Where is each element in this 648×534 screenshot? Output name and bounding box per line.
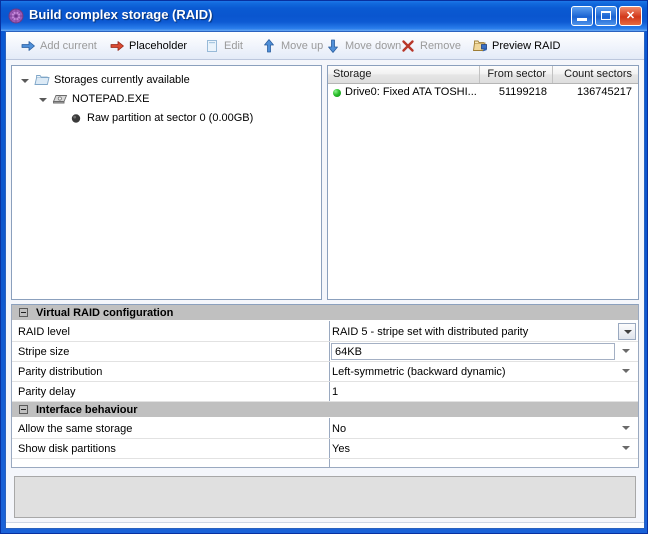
cancel-button[interactable]: Cancel (582, 527, 632, 528)
arrow-down-blue-icon (325, 38, 341, 54)
collapse-icon[interactable] (19, 405, 28, 414)
list-column-header-storage[interactable]: Storage (328, 66, 480, 83)
arrow-right-blue-icon (20, 38, 36, 54)
toolbar-preview-raid-label: Preview RAID (492, 40, 561, 52)
property-name-allow-same-storage: Allow the same storage (18, 423, 133, 435)
toolbar: Add current Placeholder Edit Move up Mov… (6, 32, 644, 60)
tree-node-storages-available[interactable]: Storages currently available (20, 72, 190, 88)
toolbar-move-down-button[interactable]: Move down (321, 35, 405, 57)
harddisk-icon (52, 92, 68, 106)
arrow-right-red-icon (109, 38, 125, 54)
folder-icon (34, 73, 50, 87)
storage-tree-panel[interactable]: Storages currently available NOTEPAD.EXE (11, 65, 322, 300)
property-value-parity-distribution[interactable]: Left-symmetric (backward dynamic) (332, 365, 506, 379)
property-value-parity-delay[interactable]: 1 (332, 385, 338, 399)
edit-note-icon (204, 38, 220, 54)
partition-dot-icon (70, 111, 83, 125)
toolbar-move-up-button[interactable]: Move up (257, 35, 327, 57)
collapse-icon[interactable] (19, 308, 28, 317)
chevron-down-icon[interactable] (20, 75, 31, 86)
minimize-icon (577, 18, 587, 21)
property-category-virtual-raid-configuration[interactable]: Virtual RAID configuration (12, 305, 638, 321)
toolbar-preview-raid-button[interactable]: Preview RAID (468, 35, 564, 57)
build-button[interactable]: Build (522, 527, 562, 528)
title-bar: Build complex storage (RAID) ✕ (1, 1, 647, 31)
dialog-button-bar: Build Cancel (6, 522, 644, 528)
tree-node-label: Storages currently available (54, 74, 190, 86)
toolbar-remove-label: Remove (420, 40, 461, 52)
preview-raid-icon (472, 38, 488, 54)
toolbar-move-up-label: Move up (281, 40, 324, 52)
status-online-icon (333, 89, 341, 97)
maximize-button[interactable] (595, 6, 617, 26)
raid-builder-window: Build complex storage (RAID) ✕ Add curre… (0, 0, 648, 534)
property-row-allow-same-storage[interactable]: Allow the same storage No (12, 419, 638, 439)
window-title: Build complex storage (RAID) (29, 7, 213, 22)
list-header: Storage From sector Count sectors (328, 66, 638, 84)
tree-line-stub-icon (56, 113, 67, 124)
property-row-stripe-size[interactable]: Stripe size 64KB (12, 342, 638, 362)
close-icon: ✕ (625, 10, 636, 22)
property-value-allow-same-storage[interactable]: No (332, 422, 346, 436)
arrow-up-blue-icon (261, 38, 277, 54)
property-category-label: Virtual RAID configuration (36, 307, 174, 319)
toolbar-add-current-button[interactable]: Add current (16, 35, 101, 57)
show-disk-partitions-dropdown-arrow-icon[interactable] (622, 446, 630, 450)
list-cell-storage-label: Drive0: Fixed ATA TOSHI... (345, 86, 477, 98)
property-row-parity-distribution[interactable]: Parity distribution Left-symmetric (back… (12, 362, 638, 382)
property-name-stripe-size: Stripe size (18, 346, 70, 358)
property-row-raid-level[interactable]: RAID level RAID 5 - stripe set with dist… (12, 322, 638, 342)
list-column-header-count-sectors[interactable]: Count sectors (553, 66, 638, 83)
property-grid[interactable]: Virtual RAID configuration RAID level RA… (11, 304, 639, 468)
property-value-raid-level[interactable]: RAID 5 - stripe set with distributed par… (332, 325, 528, 339)
property-name-parity-delay: Parity delay (18, 386, 76, 398)
allow-same-storage-dropdown-arrow-icon[interactable] (622, 426, 630, 430)
raid-app-icon (8, 8, 24, 24)
list-column-header-from-sector[interactable]: From sector (480, 66, 553, 83)
list-cell-count-sectors: 136745217 (576, 86, 632, 98)
raid-level-dropdown-button[interactable] (618, 323, 636, 340)
maximize-icon (601, 11, 611, 20)
stripe-size-input[interactable]: 64KB (331, 343, 615, 360)
parity-distribution-dropdown-arrow-icon[interactable] (622, 369, 630, 373)
toolbar-placeholder-button[interactable]: Placeholder (105, 35, 191, 57)
message-area (14, 476, 636, 518)
property-name-raid-level: RAID level (18, 326, 70, 338)
tree-node-label: Raw partition at sector 0 (0.00GB) (87, 112, 254, 124)
tree-node-label: NOTEPAD.EXE (72, 93, 150, 105)
list-cell-from-sector: 51199218 (498, 86, 547, 98)
property-category-label: Interface behaviour (36, 404, 138, 416)
client-area: Add current Placeholder Edit Move up Mov… (5, 31, 645, 529)
toolbar-add-current-label: Add current (40, 40, 97, 52)
stripe-size-dropdown-arrow-icon[interactable] (622, 349, 630, 353)
toolbar-edit-button[interactable]: Edit (200, 35, 247, 57)
table-row[interactable]: Drive0: Fixed ATA TOSHI... 51199218 1367… (328, 85, 638, 100)
close-button[interactable]: ✕ (619, 6, 642, 26)
chevron-down-icon[interactable] (38, 94, 49, 105)
tree-node-raw-partition[interactable]: Raw partition at sector 0 (0.00GB) (56, 110, 253, 126)
property-name-show-disk-partitions: Show disk partitions (18, 443, 116, 455)
property-row-parity-delay[interactable]: Parity delay 1 (12, 382, 638, 402)
toolbar-placeholder-label: Placeholder (129, 40, 188, 52)
toolbar-edit-label: Edit (224, 40, 243, 52)
list-cell-storage: Drive0: Fixed ATA TOSHI... (331, 85, 481, 100)
x-red-icon (400, 38, 416, 54)
property-name-parity-distribution: Parity distribution (18, 366, 103, 378)
minimize-button[interactable] (571, 6, 593, 26)
storage-list-panel[interactable]: Storage From sector Count sectors Drive0… (327, 65, 639, 300)
property-value-show-disk-partitions[interactable]: Yes (332, 442, 350, 456)
property-category-interface-behaviour[interactable]: Interface behaviour (12, 402, 638, 418)
stripe-size-value: 64KB (335, 346, 362, 358)
toolbar-remove-button[interactable]: Remove (396, 35, 465, 57)
property-row-show-disk-partitions[interactable]: Show disk partitions Yes (12, 439, 638, 459)
toolbar-move-down-label: Move down (345, 40, 402, 52)
tree-node-notepad-exe[interactable]: NOTEPAD.EXE (38, 91, 149, 107)
